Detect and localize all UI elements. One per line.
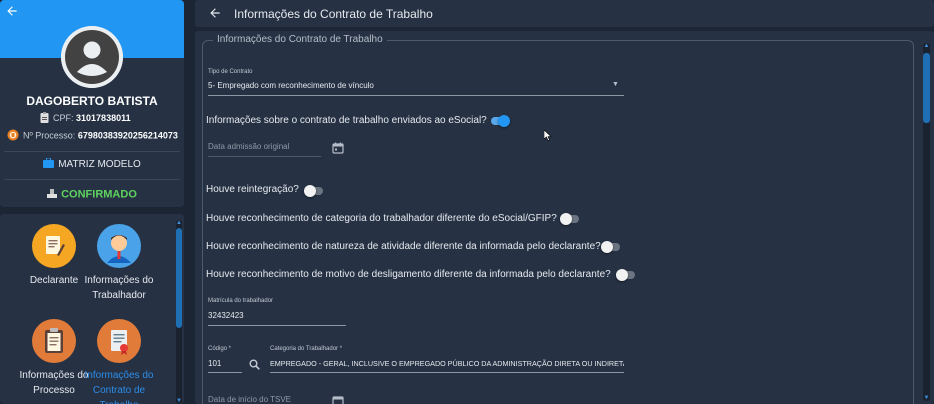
- cpf-value: 31017838011: [76, 112, 131, 123]
- divider: [4, 151, 180, 152]
- admission-date-underline: [208, 156, 321, 157]
- divider: [4, 179, 180, 180]
- menu-label: Declarante: [29, 275, 79, 286]
- nature-toggle[interactable]: [601, 241, 620, 253]
- code-input[interactable]: 101: [208, 359, 238, 368]
- category-toggle[interactable]: [560, 213, 579, 225]
- esocial-question: Informações sobre o contrato de trabalho…: [206, 115, 487, 126]
- code-label: Código *: [208, 346, 232, 352]
- worker-avatar-icon: [97, 224, 141, 268]
- category-question: Houve reconhecimento de categoria do tra…: [206, 213, 557, 224]
- code-underline: [208, 372, 242, 373]
- menu-item-declarante[interactable]: Declarante: [19, 224, 89, 288]
- briefcase-icon: [43, 157, 55, 171]
- process-seal-icon: [7, 129, 19, 143]
- contract-form-panel: Informações do Contrato de Trabalho Tipo…: [195, 31, 934, 404]
- reinstatement-toggle[interactable]: [304, 185, 323, 197]
- nature-question: Houve reconhecimento de natureza de ativ…: [206, 241, 601, 252]
- scroll-up-icon[interactable]: ▲: [176, 220, 182, 226]
- id-badge-icon: [40, 112, 49, 125]
- contract-type-label: Tipo de Contrato: [208, 69, 253, 75]
- dismissal-question: Houve reconhecimento de motivo de deslig…: [206, 269, 611, 280]
- page-title: Informações do Contrato de Trabalho: [234, 7, 433, 21]
- scroll-up-icon[interactable]: ▲: [923, 43, 930, 49]
- worker-category-underline: [270, 372, 624, 373]
- chevron-down-icon[interactable]: ▼: [612, 81, 619, 88]
- search-icon[interactable]: [249, 357, 260, 375]
- status-badge: CONFIRMADO: [0, 188, 184, 201]
- registration-underline: [208, 325, 346, 326]
- cpf-line: CPF: 31017838011: [40, 112, 131, 125]
- reinstatement-question: Houve reintegração?: [206, 184, 299, 195]
- back-arrow-icon[interactable]: [5, 4, 23, 22]
- registration-input[interactable]: 32432423: [208, 311, 338, 320]
- admission-date-input[interactable]: Data admissão original: [208, 142, 289, 151]
- process-value: 67980383920256214073: [77, 130, 178, 141]
- form-scroll-thumb[interactable]: [923, 53, 930, 123]
- back-arrow-icon[interactable]: [208, 6, 222, 25]
- app-root: DAGOBERTO BATISTA CPF: 31017838011 Nº Pr…: [0, 0, 934, 404]
- menu-label: Informações do Contrato de Trabalho: [84, 370, 154, 404]
- scroll-down-icon[interactable]: ▼: [923, 395, 930, 401]
- worker-category-label: Categoria do Trabalhador *: [270, 346, 343, 352]
- contract-type-underline: [208, 95, 624, 96]
- calendar-icon[interactable]: [332, 141, 344, 159]
- registration-label: Matrícula do trabalhador: [208, 298, 274, 304]
- form-scrollbar[interactable]: ▲ ▼: [923, 43, 930, 401]
- menu-label: Informações do Processo: [19, 370, 89, 396]
- menu-item-contrato[interactable]: Informações do Contrato de Trabalho: [84, 319, 154, 404]
- menu-item-processo[interactable]: Informações do Processo: [19, 319, 89, 398]
- menu-scroll-thumb[interactable]: [176, 228, 182, 328]
- side-menu: Declarante Informações do Trabalhador In…: [0, 214, 184, 404]
- worker-category-input[interactable]: EMPREGADO - GERAL, INCLUSIVE O EMPREGADO…: [270, 359, 624, 368]
- contract-icon: [97, 319, 141, 363]
- status-label: CONFIRMADO: [61, 188, 137, 201]
- section-title: Informações do Contrato de Trabalho: [213, 34, 387, 45]
- document-pen-icon: [32, 224, 76, 268]
- person-icon: [61, 26, 123, 88]
- avatar: [61, 26, 123, 88]
- page-header: Informações do Contrato de Trabalho: [195, 0, 934, 27]
- tsve-start-date-input[interactable]: Data de início do TSVE: [208, 395, 291, 404]
- dismissal-toggle[interactable]: [616, 269, 635, 281]
- profile-card: DAGOBERTO BATISTA CPF: 31017838011 Nº Pr…: [0, 0, 184, 207]
- template-button[interactable]: MATRIZ MODELO: [0, 157, 184, 171]
- scroll-down-icon[interactable]: ▼: [176, 398, 182, 404]
- cpf-label: CPF:: [53, 112, 74, 123]
- menu-scrollbar[interactable]: ▲ ▼: [176, 220, 182, 404]
- process-label: Nº Processo:: [23, 130, 76, 141]
- stamp-icon: [47, 188, 58, 201]
- template-label: MATRIZ MODELO: [58, 159, 141, 171]
- worker-name: DAGOBERTO BATISTA: [26, 94, 158, 108]
- mouse-cursor-icon: [543, 128, 552, 146]
- menu-label: Informações do Trabalhador: [84, 275, 154, 301]
- esocial-toggle[interactable]: [491, 115, 510, 127]
- calendar-icon[interactable]: [332, 394, 344, 404]
- process-line: Nº Processo: 67980383920256214073: [7, 129, 178, 143]
- menu-item-trabalhador[interactable]: Informações do Trabalhador: [84, 224, 154, 303]
- clipboard-icon: [32, 319, 76, 363]
- contract-type-select[interactable]: 5- Empregado com reconhecimento de víncu…: [208, 81, 608, 90]
